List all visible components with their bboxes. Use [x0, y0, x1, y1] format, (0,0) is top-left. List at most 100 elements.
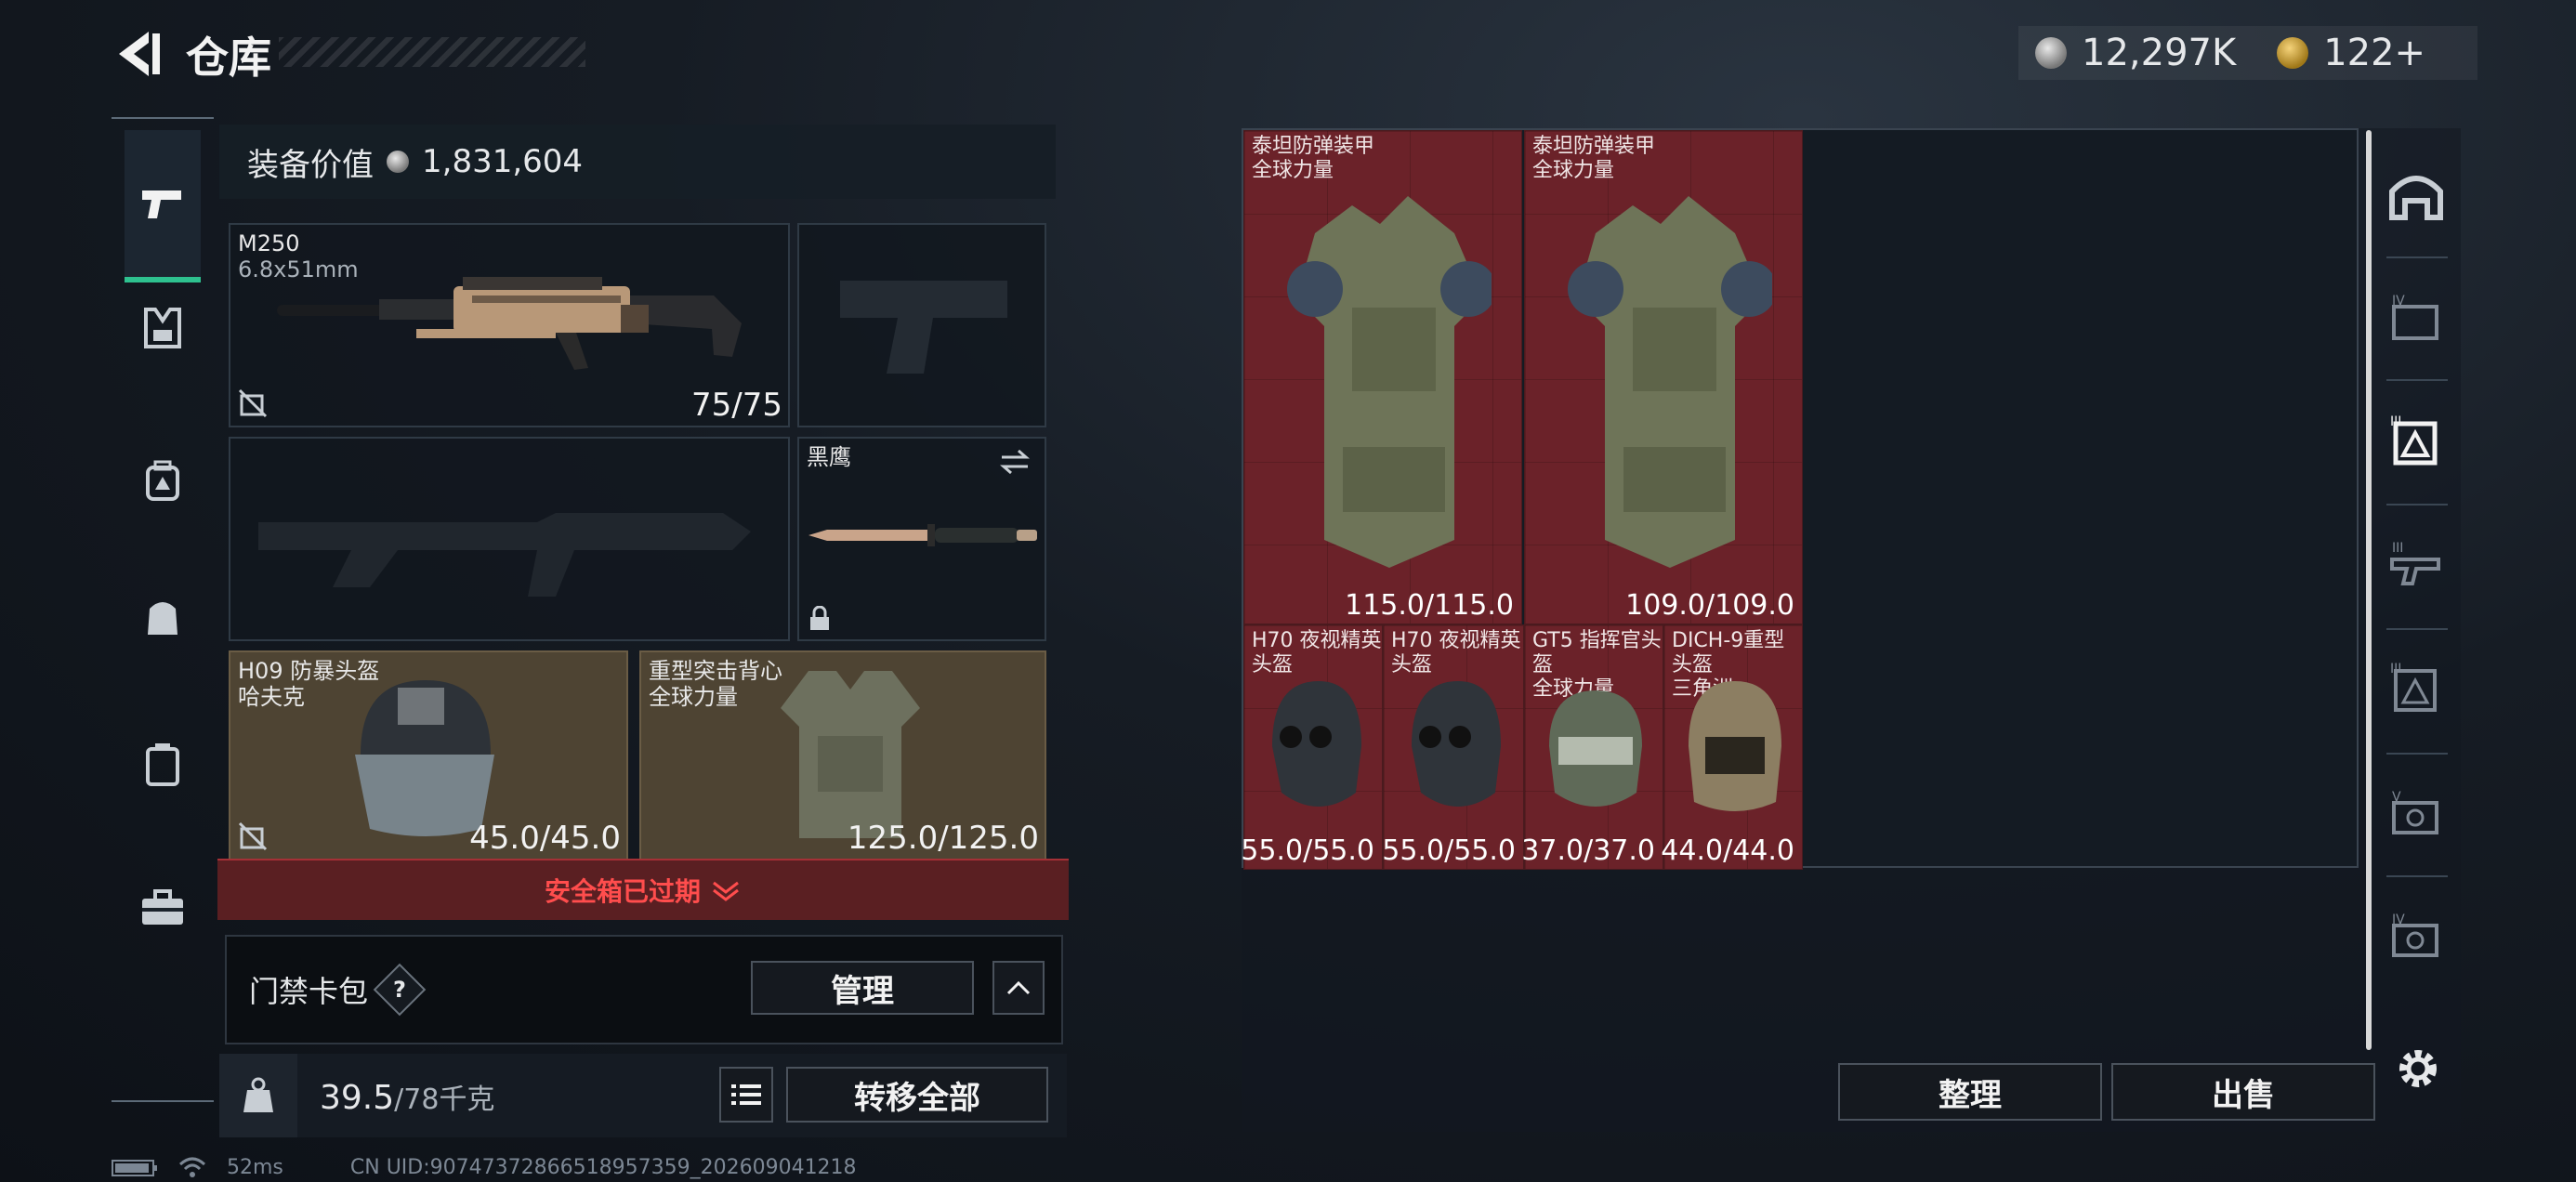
back-button[interactable] [112, 26, 167, 82]
nav-vest[interactable] [125, 290, 201, 366]
helmet-durability: 45.0/45.0 [469, 820, 621, 857]
item-durability: 37.0/37.0 [1521, 834, 1655, 867]
no-insure-icon [238, 388, 268, 418]
equipment-value: 1,831,604 [422, 143, 584, 180]
list-view-button[interactable] [719, 1067, 773, 1123]
pistol-slot[interactable] [797, 223, 1046, 427]
title-decoration [279, 37, 585, 67]
safebox-expired-banner[interactable]: 安全箱已过期 [217, 859, 1069, 920]
sort-button-wrap: 整理 [1838, 1063, 2102, 1121]
equipment-value-bar: 装备价值 1,831,604 [219, 125, 1056, 199]
uid-text: CN UID:9074737286651895735​9_20260904121… [349, 1156, 857, 1179]
melee-slot[interactable]: 黑鹰 [797, 437, 1046, 641]
help-icon[interactable]: ? [373, 963, 427, 1017]
nav-chest-rig[interactable] [125, 580, 201, 656]
item-durability: 55.0/55.0 [1382, 834, 1516, 867]
equipment-value-label: 装备价值 [247, 146, 374, 184]
silver-coin-icon [2035, 37, 2067, 69]
stash-scrollbar[interactable] [2366, 130, 2372, 1050]
status-bar: 52ms CN UID:9074737286651895735​9_202609… [112, 1156, 857, 1179]
battery-icon [112, 1159, 157, 1176]
pistol-icon [142, 190, 181, 218]
left-category-nav [112, 117, 214, 1102]
armor-slot[interactable]: 重型突击背心 全球力量 125.0/125.0 [639, 650, 1046, 860]
stash-item[interactable]: GT5 指挥官头盔 全球力量 37.0/37.0 [1521, 624, 1663, 870]
svg-text:III: III [2390, 662, 2401, 676]
knife-name: 黑鹰 [807, 444, 851, 470]
stash-tab-2[interactable]: III [2386, 413, 2446, 472]
knife-image [808, 524, 1037, 546]
svg-text:III: III [2392, 541, 2403, 556]
tier-iv-folder-icon: IV [2392, 294, 2438, 340]
tier-ii-armor-icon: III [2390, 662, 2437, 712]
m250-machine-gun-image [277, 277, 742, 370]
ping-readout: 52ms [227, 1156, 283, 1179]
weight-box [219, 1054, 297, 1137]
vest-icon [144, 308, 181, 348]
currency-bar: 12,297K 122+ [2018, 26, 2477, 80]
collapse-button[interactable] [992, 961, 1045, 1015]
nav-weapons[interactable] [125, 130, 201, 282]
backpack-icon [146, 460, 179, 501]
transfer-all-button[interactable]: 转移全部 [786, 1067, 1048, 1123]
card-pack-label: 门禁卡包 [249, 974, 369, 1009]
capacity-bar: 39.5/78千克 转移全部 [219, 1054, 1067, 1137]
access-card-pack: 门禁卡包 ? 管理 [225, 935, 1063, 1044]
armor-durability: 125.0/125.0 [847, 820, 1039, 857]
nvg-helmet-image [1272, 681, 1361, 807]
stash-grid: 泰坦防弹装甲 全球力量 115.0/115.0 泰坦防弹装甲 全球力量 109.0/… [1241, 128, 2359, 870]
stash-tab-4[interactable]: III [2386, 660, 2446, 719]
stash-item[interactable]: 泰坦防弹装甲 全球力量 115.0/115.0 [1243, 130, 1522, 624]
secondary-weapon-slot[interactable] [229, 437, 790, 641]
settings-button[interactable] [2390, 1041, 2446, 1097]
swap-icon[interactable] [998, 448, 1032, 476]
item-durability: 44.0/44.0 [1661, 834, 1794, 867]
primary-weapon-slot[interactable]: M250 6.8x51mm 75/75 [229, 223, 790, 427]
silver-coin-icon [387, 151, 409, 173]
item-name: 泰坦防弹装甲 [1532, 135, 1656, 158]
item-name: DICH-9重型头盔 [1672, 629, 1785, 676]
stash-tab-3[interactable]: III [2386, 535, 2446, 595]
stash-item[interactable]: 泰坦防弹装甲 全球力量 109.0/109.0 [1524, 130, 1803, 624]
pistol-placeholder-icon [840, 281, 1007, 374]
armor-maker: 全球力量 [649, 684, 738, 710]
stash-tab-5[interactable]: V [2386, 784, 2446, 844]
weight-icon [243, 1077, 273, 1112]
rifle-placeholder-icon [258, 513, 751, 597]
sell-button-wrap: 出售 [2111, 1063, 2375, 1121]
settings-icon [2399, 1050, 2437, 1087]
tier-iv-case-icon: IV [2392, 913, 2438, 957]
safebox-status: 安全箱已过期 [544, 876, 701, 907]
chest-rig-icon [148, 602, 177, 635]
weight-readout: 39.5/78千克 [320, 1076, 494, 1117]
manage-button[interactable]: 管理 [751, 961, 974, 1015]
list-icon [731, 1084, 761, 1105]
stash-tab-6[interactable]: IV [2386, 907, 2446, 966]
gold-coin-icon [2277, 37, 2309, 69]
stash-tab-1[interactable]: IV [2386, 288, 2446, 348]
sort-button[interactable]: 整理 [1838, 1063, 2102, 1121]
chevron-down-icon [713, 881, 739, 901]
svg-text:IV: IV [2392, 913, 2405, 927]
item-name: 泰坦防弹装甲 [1252, 135, 1375, 158]
nav-case[interactable] [125, 727, 201, 803]
stash-item[interactable]: DICH-9重型头盔 三角洲 44.0/44.0 [1661, 624, 1803, 870]
svg-text:IV: IV [2392, 294, 2405, 309]
armor-name: 重型突击背心 [649, 658, 782, 684]
stash-item[interactable]: H70 夜视精英头盔 55.0/55.0 [1241, 624, 1383, 870]
nav-backpack[interactable] [125, 442, 201, 519]
case-icon [146, 743, 179, 786]
item-durability: 109.0/109.0 [1625, 589, 1794, 622]
nav-toolbox[interactable] [125, 870, 201, 946]
weight-max: /78千克 [394, 1084, 495, 1116]
stash-item[interactable]: H70 夜视精英头盔 55.0/55.0 [1382, 624, 1524, 870]
sell-button[interactable]: 出售 [2111, 1063, 2375, 1121]
gold-amount[interactable]: 122+ [2323, 32, 2425, 74]
titan-armor-image [1568, 196, 1772, 568]
lock-icon [810, 606, 829, 630]
titan-armor-image [1287, 196, 1492, 568]
helmet-slot[interactable]: H09 防暴头盔 哈夫克 45.0/45.0 [229, 650, 628, 860]
heavy-helmet-image [1689, 681, 1781, 811]
svg-text:V: V [2392, 790, 2401, 805]
stash-tab-main[interactable] [2386, 165, 2446, 225]
